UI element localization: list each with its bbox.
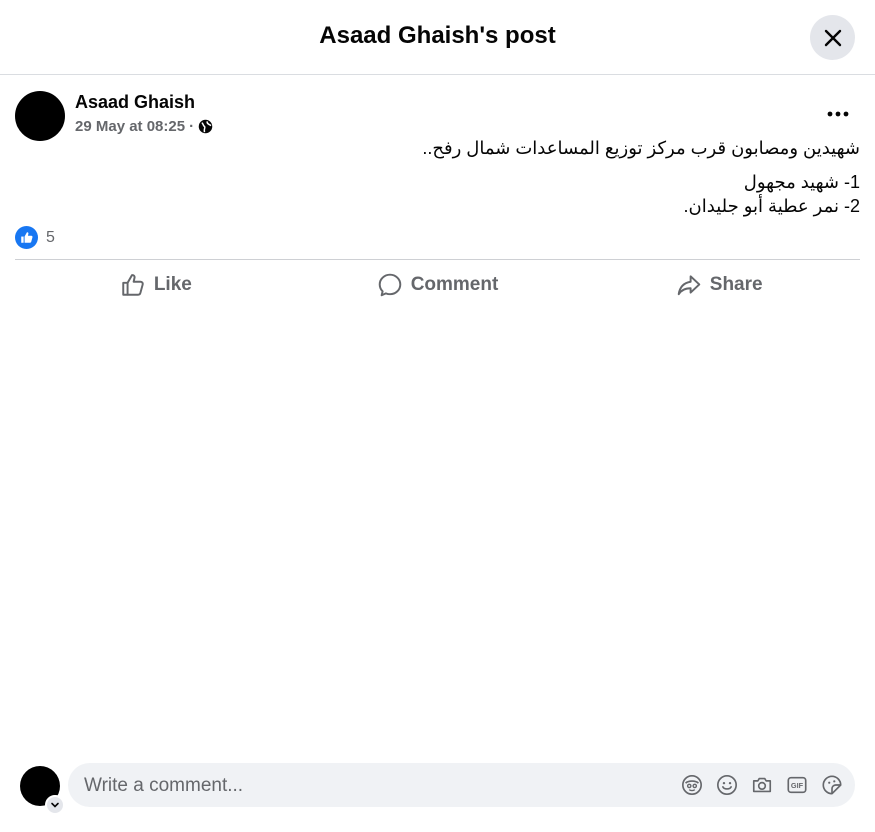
avatar-sticker-icon[interactable]	[681, 774, 703, 796]
gif-icon[interactable]: GIF	[786, 774, 808, 796]
post-line: 2- نمر عطية أبو جليدان.	[683, 196, 860, 216]
globe-icon	[198, 119, 213, 134]
svg-text:GIF: GIF	[791, 781, 804, 790]
post-meta: 29 May at 08:25 ·	[75, 118, 213, 135]
reactions-summary[interactable]: 5	[15, 226, 55, 249]
share-label: Share	[709, 274, 763, 295]
close-icon	[824, 29, 841, 46]
profile-switch-badge[interactable]	[45, 795, 65, 815]
reaction-count: 5	[46, 228, 55, 246]
share-button[interactable]: Share	[578, 264, 860, 306]
comment-composer: GIF	[20, 763, 860, 815]
post-line: شهيدين ومصابون قرب مركز توزيع المساعدات …	[422, 138, 860, 158]
more-options-button[interactable]	[820, 100, 856, 128]
comment-button[interactable]: Comment	[297, 264, 579, 306]
post-text: شهيدين ومصابون قرب مركز توزيع المساعدات …	[15, 136, 860, 218]
like-button[interactable]: Like	[15, 264, 297, 306]
like-icon	[15, 226, 38, 249]
meta-separator: ·	[189, 118, 195, 135]
post-actions: Like Comment Share	[15, 264, 860, 306]
comment-input[interactable]	[82, 763, 666, 809]
chevron-down-icon	[51, 802, 59, 808]
post-timestamp[interactable]: 29 May at 08:25	[75, 118, 185, 135]
divider	[15, 259, 860, 260]
emoji-icon[interactable]	[716, 774, 738, 796]
dialog-title: Asaad Ghaish's post	[319, 22, 556, 49]
like-label: Like	[153, 274, 192, 295]
camera-icon[interactable]	[751, 774, 773, 796]
share-arrow-icon	[677, 275, 701, 296]
author-avatar[interactable]	[15, 91, 65, 141]
sticker-icon[interactable]	[821, 774, 843, 796]
thumbs-up-icon	[122, 274, 144, 296]
comment-box: GIF	[68, 763, 855, 809]
composer-icons: GIF	[681, 774, 843, 796]
comment-label: Comment	[410, 274, 499, 295]
close-button[interactable]	[810, 15, 855, 60]
comment-bubble-icon	[378, 273, 401, 297]
author-name[interactable]: Asaad Ghaish	[75, 92, 195, 113]
more-dots-icon	[827, 111, 849, 117]
dialog-header: Asaad Ghaish's post	[0, 0, 875, 75]
post-line: 1- شهيد مجهول	[743, 172, 860, 192]
